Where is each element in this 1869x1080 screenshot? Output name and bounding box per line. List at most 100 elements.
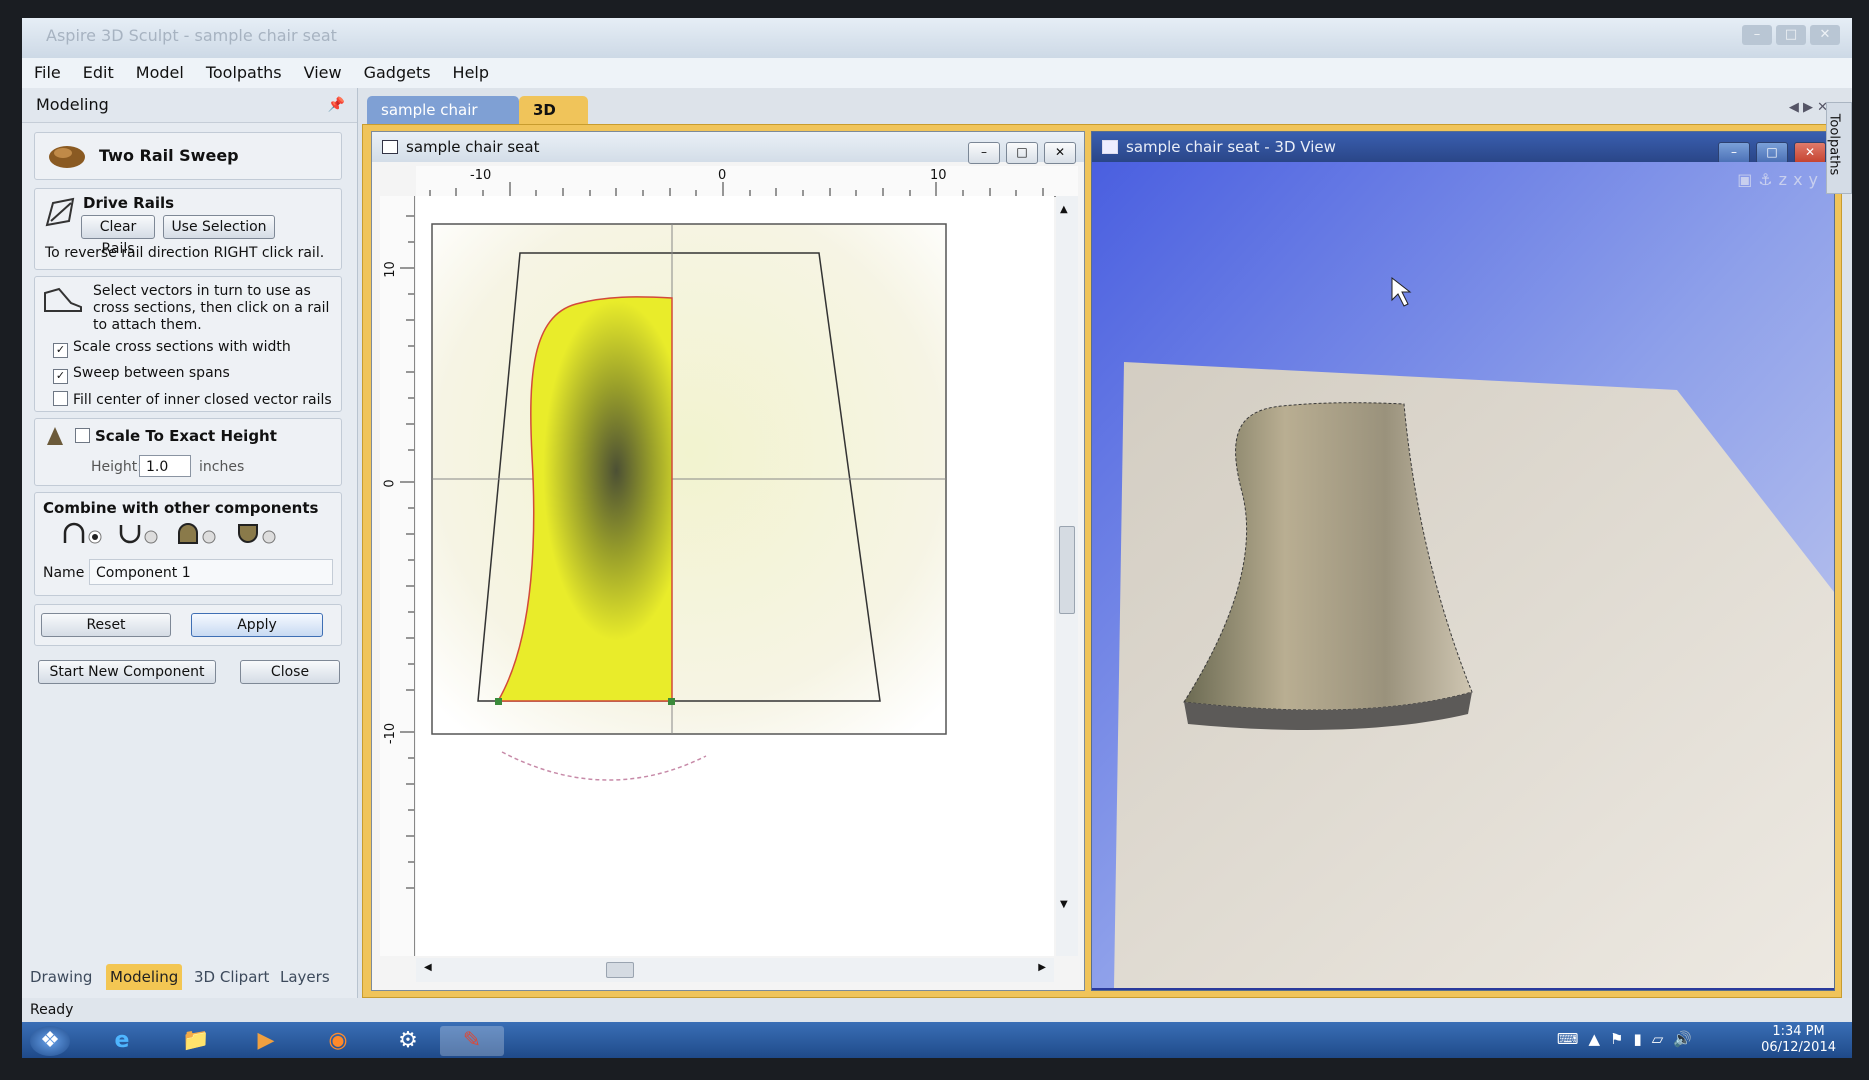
3d-scene (1092, 162, 1834, 988)
maximize-icon[interactable]: □ (1776, 25, 1806, 45)
drive-rails-title: Drive Rails (83, 194, 175, 212)
aspire-app-icon[interactable]: ✎ (440, 1026, 504, 1056)
close-icon[interactable]: ✕ (1794, 142, 1826, 164)
menu-gadgets[interactable]: Gadgets (353, 58, 442, 88)
cross-section-instructions: Select vectors in turn to use as cross s… (93, 283, 333, 334)
toolpaths-side-label: Toolpaths (1826, 113, 1842, 176)
scale-height-checkbox[interactable] (75, 428, 90, 443)
minimize-icon[interactable]: – (1718, 142, 1750, 164)
clock[interactable]: 1:34 PM 06/12/2014 (1761, 1024, 1836, 1056)
scale-cross-sections-checkbox[interactable]: ✓ (53, 343, 68, 358)
flag-icon[interactable]: ⚑ (1610, 1030, 1633, 1048)
signal-icon[interactable]: ▱ (1652, 1030, 1674, 1048)
scale-height-label: Scale To Exact Height (95, 427, 277, 445)
rail-end-handle (668, 698, 675, 705)
tab-nav-controls[interactable]: ◀ ▶ ✕ (1789, 100, 1828, 115)
3d-viewport[interactable]: ▣⚓zxy (1092, 162, 1834, 988)
scroll-right-icon[interactable]: ▶ (1038, 962, 1046, 973)
scale-height-option[interactable]: Scale To Exact Height (75, 427, 277, 445)
sweep-between-spans-label: Sweep between spans (73, 365, 230, 381)
2d-view-titlebar: sample chair seat – □ ✕ (372, 132, 1084, 164)
start-new-component-button[interactable]: Start New Component (38, 660, 216, 684)
pin-icon[interactable]: 📌 (328, 88, 345, 122)
combine-low-icon (238, 524, 258, 543)
use-selection-button[interactable]: Use Selection (163, 215, 275, 239)
horizontal-scrollbar[interactable]: ◀ ▶ (416, 958, 1054, 982)
clear-rails-button[interactable]: Clear Rails (81, 215, 155, 257)
status-text: Ready (30, 1002, 74, 1018)
2d-view-window: sample chair seat – □ ✕ -10 0 10 10 0 -1… (371, 131, 1085, 991)
view-z-icon[interactable]: z (1779, 170, 1793, 189)
maximize-icon[interactable]: □ (1756, 142, 1788, 164)
drive-rails-box: Drive Rails Clear Rails Use Selection To… (34, 188, 342, 270)
file-explorer-icon[interactable]: 📁 (170, 1026, 222, 1056)
combine-subtract-icon (119, 525, 141, 544)
scroll-thumb-h[interactable] (606, 962, 634, 978)
component-name-input[interactable]: Component 1 (89, 559, 333, 585)
minimize-icon[interactable]: – (1742, 25, 1772, 45)
network-app-icon[interactable]: ⚙ (382, 1026, 434, 1056)
start-button-icon[interactable]: ❖ (30, 1026, 70, 1056)
fill-center-option[interactable]: Fill center of inner closed vector rails (53, 391, 332, 408)
menu-file[interactable]: File (22, 58, 72, 88)
tab-drawing[interactable]: Drawing (30, 964, 92, 990)
apply-box: Reset Apply (34, 604, 342, 646)
window-icon (382, 140, 398, 154)
firefox-icon[interactable]: ◉ (312, 1026, 364, 1056)
scroll-down-icon[interactable]: ▼ (1060, 899, 1068, 910)
tab-modeling[interactable]: Modeling (106, 964, 183, 990)
scroll-up-icon[interactable]: ▲ (1060, 204, 1068, 215)
view-x-icon[interactable]: x (1793, 170, 1808, 189)
tab-sample-chair-seat[interactable]: sample chair seat (367, 96, 519, 147)
minimize-icon[interactable]: – (968, 142, 1000, 164)
apply-button[interactable]: Apply (191, 613, 323, 637)
sweep-between-spans-checkbox[interactable]: ✓ (53, 369, 68, 384)
status-bar: Ready (22, 998, 1852, 1022)
view-y-icon[interactable]: y (1809, 170, 1824, 189)
tab-3d-clipart[interactable]: 3D Clipart (194, 964, 269, 990)
menu-toolpaths[interactable]: Toolpaths (195, 58, 293, 88)
tab-3d-view[interactable]: 3D View (519, 96, 588, 147)
close-icon[interactable]: ✕ (1044, 142, 1076, 164)
reverse-rail-hint: To reverse rail direction RIGHT click ra… (45, 245, 325, 261)
menu-edit[interactable]: Edit (72, 58, 125, 88)
keyboard-icon[interactable]: ⌨ (1557, 1030, 1589, 1048)
combine-low-radio (262, 530, 276, 544)
internet-explorer-icon[interactable]: e (96, 1026, 148, 1056)
menu-view[interactable]: View (293, 58, 353, 88)
instruction-line-2: cross sections, then click on a rail (93, 300, 330, 316)
scale-height-box: Scale To Exact Height Height: 1.0 inches (34, 418, 342, 486)
vertical-ruler: 10 0 -10 (380, 196, 415, 956)
battery-icon[interactable]: ▮ (1634, 1030, 1652, 1048)
scroll-thumb[interactable] (1059, 526, 1075, 614)
menu-bar: File Edit Model Toolpaths View Gadgets Help (22, 58, 1852, 88)
menu-model[interactable]: Model (125, 58, 195, 88)
volume-icon[interactable]: 🔊 (1673, 1030, 1702, 1048)
vertical-scrollbar[interactable]: ▲ ▼ (1056, 196, 1078, 956)
scale-cross-sections-option[interactable]: ✓ Scale cross sections with width (53, 339, 291, 358)
tab-layers[interactable]: Layers (280, 964, 330, 990)
height-input[interactable]: 1.0 (139, 455, 191, 477)
sweep-between-spans-option[interactable]: ✓ Sweep between spans (53, 365, 230, 384)
media-player-icon[interactable]: ▶ (240, 1026, 292, 1056)
tray-expand-icon[interactable]: ▲ (1589, 1030, 1611, 1048)
view-area: sample chair seat – □ ✕ -10 0 10 10 0 -1… (362, 124, 1842, 998)
maximize-icon[interactable]: □ (1006, 142, 1038, 164)
scroll-left-icon[interactable]: ◀ (424, 962, 432, 973)
menu-help[interactable]: Help (442, 58, 500, 88)
scale-cross-sections-label: Scale cross sections with width (73, 339, 291, 355)
instruction-line-1: Select vectors in turn to use as (93, 283, 311, 299)
2d-drawing-canvas[interactable] (416, 196, 1054, 956)
taskbar: ❖ e 📁 ▶ ◉ ⚙ ✎ ⌨▲⚑▮▱🔊 1:34 PM 06/12/2014 (22, 1022, 1852, 1058)
combine-add-radio-dot (92, 534, 98, 540)
close-button[interactable]: Close (240, 660, 340, 684)
cross-section-vector (501, 751, 707, 781)
fill-center-checkbox[interactable] (53, 391, 68, 406)
anchor-icon[interactable]: ⚓ (1758, 170, 1778, 189)
toolpaths-side-tab[interactable]: Toolpaths (1826, 102, 1852, 194)
window-title: Aspire 3D Sculpt - sample chair seat (46, 26, 337, 45)
close-icon[interactable]: ✕ (1810, 25, 1840, 45)
sweep-tool-icon (49, 146, 85, 168)
zoom-all-icon[interactable]: ▣ (1737, 170, 1758, 189)
reset-button[interactable]: Reset (41, 613, 171, 637)
